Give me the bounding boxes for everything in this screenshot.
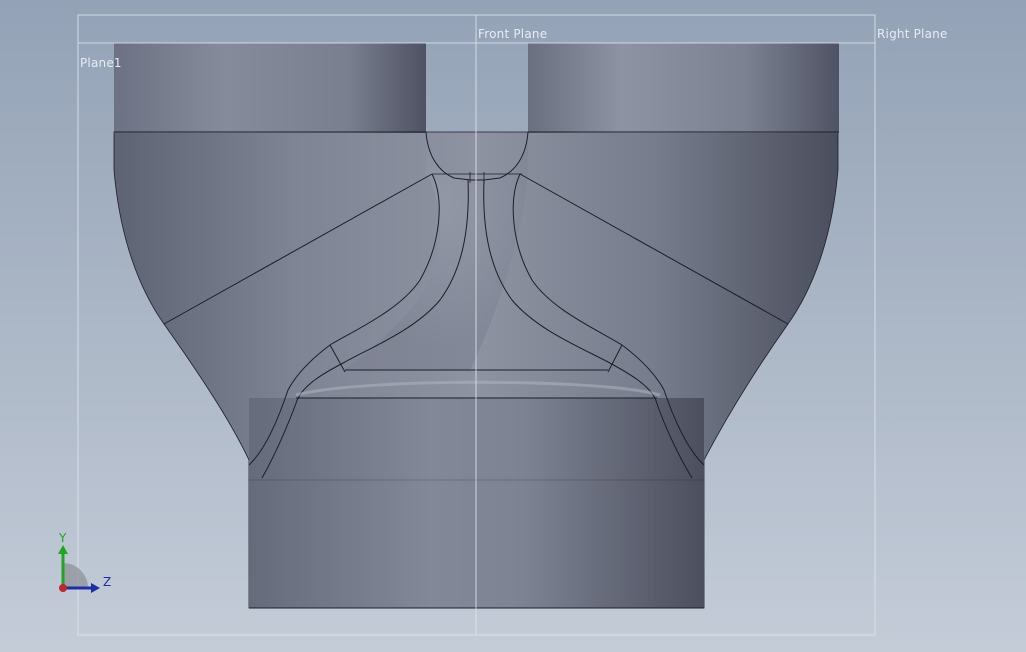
graphics-viewport[interactable]: Front Plane Right Plane Plane1 Y Z — [0, 0, 1026, 652]
z-axis-label: Z — [103, 575, 112, 589]
z-axis-arrowhead — [91, 583, 100, 593]
right-inlet-pipe[interactable] — [528, 43, 839, 133]
triad-quarter-disc — [63, 563, 88, 588]
model-canvas[interactable] — [0, 0, 1026, 652]
y-axis-arrowhead — [58, 545, 68, 554]
view-triad[interactable] — [58, 545, 100, 593]
front-plane-label[interactable]: Front Plane — [478, 27, 547, 41]
y-axis-label: Y — [59, 531, 67, 545]
left-inlet-pipe[interactable] — [114, 43, 426, 133]
plane1-label[interactable]: Plane1 — [80, 56, 122, 70]
right-plane-label[interactable]: Right Plane — [877, 27, 948, 41]
triad-origin — [59, 584, 67, 592]
